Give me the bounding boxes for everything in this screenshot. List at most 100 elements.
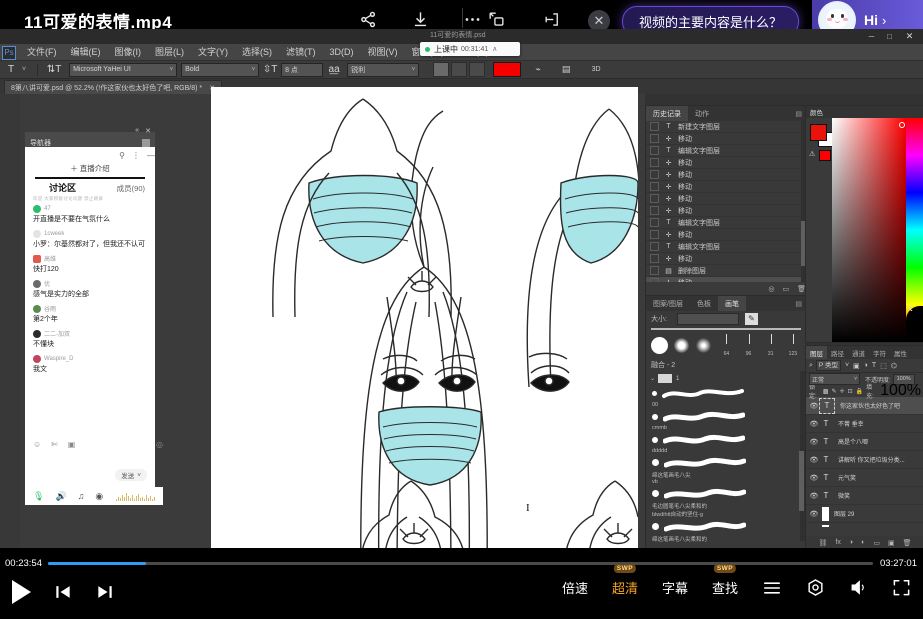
lock-all-icon[interactable]: 🔒 (856, 388, 863, 395)
collapse-panel-arrow-icon[interactable]: ‹ (908, 299, 913, 316)
lock-position-icon[interactable]: ✛ (840, 388, 845, 395)
color-field[interactable] (832, 118, 906, 342)
class-status-badge[interactable]: 上课中 00:31:41 ∧ (420, 42, 520, 56)
adjustment-icon[interactable]: ◐ (861, 539, 865, 546)
history-checkbox[interactable] (650, 242, 659, 251)
eye-icon[interactable]: 👁 (809, 492, 819, 500)
character-panel-icon[interactable]: ▤ (557, 61, 575, 78)
history-checkbox[interactable] (650, 146, 659, 155)
menu-type[interactable]: 文字(Y) (191, 44, 235, 60)
panel-close-icon[interactable]: ✕ (145, 127, 151, 135)
menu-layer[interactable]: 图层(L) (148, 44, 191, 60)
text-filter-icon[interactable]: T (872, 362, 876, 369)
tab-layers[interactable]: 图层 (806, 346, 827, 359)
brush-size-slider[interactable] (677, 313, 739, 325)
eye-icon[interactable]: 👁 (809, 438, 819, 446)
pin-icon[interactable]: ⚲ (119, 151, 125, 160)
history-row[interactable]: ✛移动 (646, 157, 806, 169)
volume-icon[interactable] (849, 578, 868, 597)
location-icon[interactable]: ◉ (95, 491, 103, 502)
eye-icon[interactable]: 👁 (809, 474, 819, 482)
navigator-panel-menu-icon[interactable] (142, 139, 150, 147)
fullscreen-icon[interactable] (892, 578, 911, 597)
fill-value[interactable]: 100% (880, 382, 921, 400)
more-vertical-icon[interactable]: ⋮ (132, 151, 140, 160)
tab-actions[interactable]: 动作 (688, 106, 716, 121)
lock-transparent-icon[interactable]: ▩ (823, 388, 829, 395)
font-style-select[interactable]: Bold ˅ (181, 63, 259, 77)
search-button[interactable]: SWP 查找 (712, 578, 738, 597)
image-icon[interactable]: ▣ (68, 440, 76, 449)
send-button[interactable]: 发送 ˅ (115, 469, 147, 481)
brush-preset[interactable]: 96 (738, 333, 759, 357)
brush-scroll-thumb[interactable] (799, 451, 804, 511)
brush-preset[interactable]: 31 (760, 333, 781, 357)
fx-icon[interactable]: fx (835, 539, 840, 546)
chat-message-list[interactable]: 47 开直播是不要在气氛什么 1cweek 小罗：尔基然都对了，但我还不认可 高… (25, 203, 155, 433)
menu-select[interactable]: 选择(S) (235, 44, 279, 60)
blend-mode-select[interactable]: 正常 ˅ (809, 373, 860, 385)
previous-icon[interactable] (53, 581, 73, 603)
document-canvas[interactable]: I (211, 87, 638, 574)
new-document-icon[interactable]: ▭ (782, 285, 789, 293)
smart-filter-icon[interactable]: ⌬ (891, 362, 897, 370)
tab-character[interactable]: 字符 (869, 346, 890, 359)
chevron-down-icon[interactable]: ˅ (137, 472, 141, 479)
tab-paths[interactable]: 路径 (827, 346, 848, 359)
brush-stroke-row[interactable] (646, 454, 806, 471)
speaker-icon[interactable]: 🔊 (55, 491, 66, 502)
minimize-icon[interactable]: — (147, 151, 155, 160)
gamut-alternate-swatch[interactable] (819, 150, 831, 161)
tab-history[interactable]: 历史记录 (646, 106, 688, 121)
brush-stroke-row[interactable] (646, 385, 806, 402)
history-row[interactable]: ✛移动 (646, 181, 806, 193)
lock-image-icon[interactable]: ✎ (832, 388, 837, 395)
chevron-down-icon[interactable]: ˅ (845, 362, 849, 369)
search-icon[interactable]: ⌕ (809, 362, 813, 370)
snapshot-icon[interactable]: ◎ (768, 285, 774, 293)
tab-discussion[interactable]: 讨论区 (49, 181, 76, 194)
shape-filter-icon[interactable]: ⬚ (880, 362, 887, 370)
tool-preset-caret-icon[interactable]: ˅ (22, 66, 26, 73)
tab-members[interactable]: 成员(90) (117, 183, 145, 194)
history-row[interactable]: ✛移动 (646, 133, 806, 145)
window-maximize-button[interactable]: □ (884, 31, 895, 42)
color-field-picker[interactable] (899, 122, 905, 128)
layer-row[interactable]: 👁 T 不菁 垂幸 (806, 415, 923, 433)
eye-icon[interactable]: 👁 (809, 456, 819, 464)
foreground-color-swatch[interactable] (810, 124, 827, 141)
subtitle-button[interactable]: 字幕 (662, 578, 688, 597)
history-row[interactable]: ✛移动 (646, 169, 806, 181)
tools-panel[interactable] (0, 94, 20, 548)
align-right-icon[interactable] (469, 62, 485, 77)
progress-bar[interactable] (48, 562, 873, 565)
history-checkbox[interactable] (650, 182, 659, 191)
history-checkbox[interactable] (650, 194, 659, 203)
history-row[interactable]: ▤删除图层 (646, 265, 806, 277)
scissors-icon[interactable]: ✄ (51, 440, 58, 449)
eye-icon[interactable]: 👁 (809, 402, 819, 410)
layer-kind-select[interactable]: P 类型 (816, 360, 841, 371)
layer-row[interactable]: 👁 T 微笑 (806, 487, 923, 505)
brush-preset[interactable]: 123 (782, 333, 803, 357)
panel-collapse-icon[interactable]: « (135, 127, 139, 134)
anti-alias-select[interactable]: 锐利 ˅ (347, 63, 419, 77)
history-checkbox[interactable] (650, 122, 659, 131)
brush-edit-icon[interactable]: ✎ (745, 313, 758, 325)
new-layer-icon[interactable]: ▣ (888, 539, 895, 547)
history-row[interactable]: ✛移动 (646, 229, 806, 241)
tab-channels[interactable]: 通道 (848, 346, 869, 359)
text-color-swatch[interactable] (493, 62, 521, 77)
menu-image[interactable]: 图像(I) (108, 44, 149, 60)
history-list[interactable]: T新建文字图层 ✛移动 T编辑文字图层 ✛移动 ✛移动 ✛移动 ✛移动 ✛移动 … (646, 121, 806, 289)
history-checkbox[interactable] (650, 170, 659, 179)
history-checkbox[interactable] (650, 230, 659, 239)
history-checkbox[interactable] (650, 134, 659, 143)
text-tool-icon[interactable]: T (0, 61, 22, 78)
tab-brushes[interactable]: 画笔 (718, 296, 746, 311)
history-checkbox[interactable] (650, 254, 659, 263)
three-d-button[interactable]: 3D (587, 61, 605, 78)
font-size-field[interactable]: 8 点 (281, 63, 323, 77)
font-family-select[interactable]: Microsoft YaHei UI ˅ (69, 63, 177, 77)
brush-preset-row[interactable]: 64 96 31 123 (646, 330, 806, 357)
